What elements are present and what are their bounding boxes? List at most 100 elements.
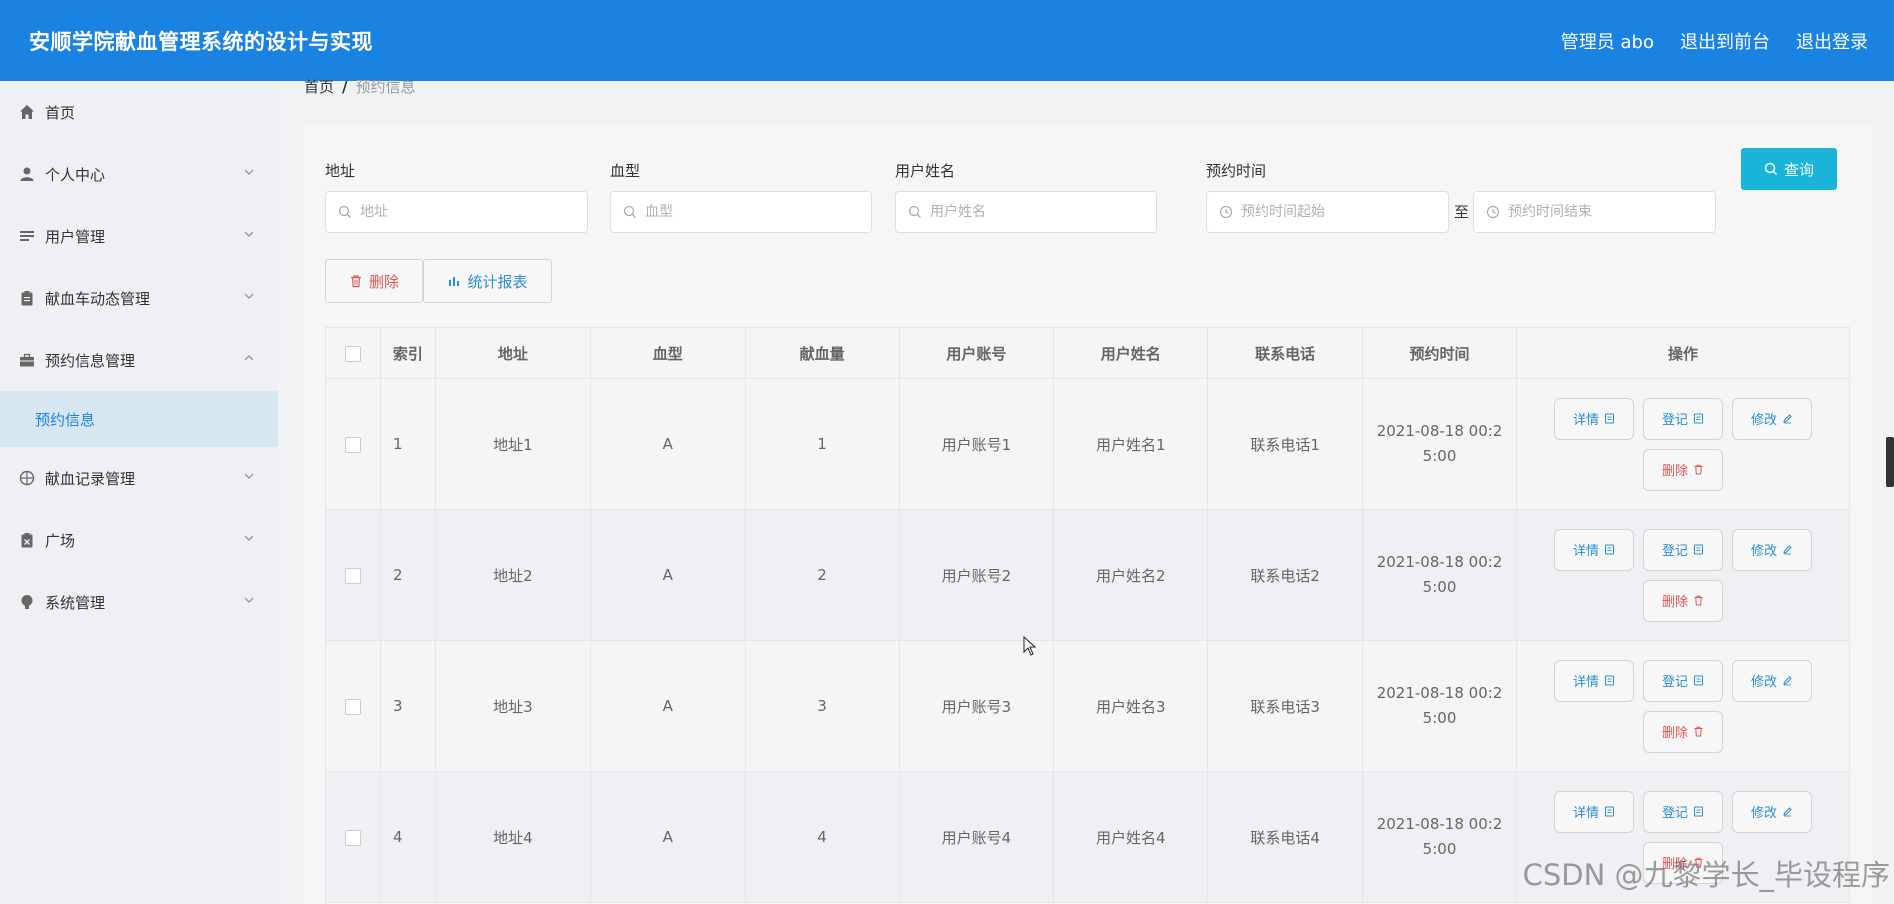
edit-label: 修改	[1750, 544, 1777, 559]
blood-search-field[interactable]	[610, 191, 872, 233]
document-icon	[1693, 806, 1703, 817]
cell-index: 3	[379, 640, 436, 772]
register-button[interactable]: 登记	[1642, 659, 1723, 702]
watermark: CSDN @九黎学长_毕设程序	[1522, 858, 1890, 892]
register-button[interactable]: 登记	[1642, 397, 1723, 440]
time-end-field[interactable]	[1473, 191, 1716, 233]
cell-donation-amount: 1	[744, 378, 900, 510]
select-all-cell	[325, 327, 381, 379]
blood-filter-label: 血型	[610, 162, 641, 180]
register-button[interactable]: 登记	[1642, 790, 1723, 833]
search-button-label: 查询	[1783, 160, 1814, 179]
breadcrumb-separator: /	[342, 78, 348, 96]
sidebar-item-personal[interactable]: 个人中心	[0, 143, 278, 205]
statistics-report-label: 统计报表	[467, 272, 528, 291]
delete-button[interactable]: 删除	[1642, 579, 1723, 622]
sidebar-item-home[interactable]: 首页	[0, 81, 278, 143]
chevron-down-icon	[244, 293, 254, 299]
cell-blood-type: A	[589, 640, 746, 772]
column-header: 血型	[589, 327, 746, 379]
detail-button[interactable]: 详情	[1553, 397, 1634, 440]
search-button[interactable]: 查询	[1741, 148, 1837, 190]
edit-label: 修改	[1750, 806, 1777, 821]
time-filter-label: 预约时间	[1206, 162, 1267, 180]
crosshair-icon	[18, 469, 36, 487]
time-start-field[interactable]	[1206, 191, 1449, 233]
chevron-down-icon	[244, 597, 254, 603]
row-checkbox[interactable]	[344, 698, 361, 715]
batch-delete-label: 删除	[368, 272, 399, 291]
chevron-down-icon	[244, 231, 254, 237]
sidebar-item-users[interactable]: 用户管理	[0, 205, 278, 267]
address-search-field[interactable]	[325, 191, 588, 233]
select-all-checkbox[interactable]	[344, 345, 361, 362]
table-row: 3 地址3 A 3 用户账号3 用户姓名3 联系电话3 2021-08-18 00:2 5:00…	[325, 640, 1851, 772]
register-button[interactable]: 登记	[1642, 528, 1723, 571]
logout-link[interactable]: 退出登录	[1796, 28, 1868, 54]
sidebar-item-square[interactable]: 广场	[0, 509, 278, 571]
name-search-field[interactable]	[895, 191, 1157, 233]
row-select-cell	[325, 378, 381, 510]
appointment-table: 索引 地址 血型 献血量 用户账号 用户姓名 联系电话 预约时间 操作 1 地址1…	[325, 327, 1851, 903]
sidebar-item-label: 献血记录管理	[45, 469, 136, 488]
name-input[interactable]	[928, 203, 1140, 221]
detail-button[interactable]: 详情	[1553, 790, 1634, 833]
briefcase-icon	[18, 351, 36, 369]
delete-button[interactable]: 删除	[1642, 710, 1723, 753]
edit-label: 修改	[1750, 413, 1777, 428]
delete-button[interactable]: 删除	[1642, 448, 1723, 491]
row-checkbox[interactable]	[344, 567, 361, 584]
cell-phone: 联系电话4	[1207, 771, 1364, 903]
trash-icon	[1694, 595, 1703, 606]
detail-label: 详情	[1572, 675, 1599, 690]
trash-icon	[350, 275, 361, 288]
edit-icon	[1783, 676, 1792, 686]
range-separator: 至	[1454, 203, 1470, 221]
batch-delete-button[interactable]: 删除	[325, 259, 423, 303]
column-header: 联系电话	[1207, 327, 1364, 379]
row-checkbox[interactable]	[344, 829, 361, 846]
edit-button[interactable]: 修改	[1731, 659, 1812, 702]
cell-donation-amount: 4	[744, 771, 900, 903]
main-panel: 地址 血型 用户姓名 预约时间 至 查询 删除 统计报表	[304, 126, 1872, 904]
document-icon	[1604, 675, 1614, 686]
cell-address: 地址3	[434, 640, 591, 772]
column-header: 操作	[1515, 327, 1851, 379]
detail-button[interactable]: 详情	[1553, 659, 1634, 702]
document-icon	[1604, 544, 1614, 555]
sidebar-item-appointments[interactable]: 预约信息管理	[0, 329, 278, 391]
exit-to-front-link[interactable]: 退出到前台	[1680, 28, 1770, 54]
row-checkbox[interactable]	[344, 436, 361, 453]
sidebar-item-bloodcar[interactable]: 献血车动态管理	[0, 267, 278, 329]
statistics-report-button[interactable]: 统计报表	[423, 259, 552, 303]
column-header: 用户姓名	[1053, 327, 1209, 379]
cell-index: 4	[379, 771, 436, 903]
detail-label: 详情	[1572, 806, 1599, 821]
top-header: 安顺学院献血管理系统的设计与实现 管理员 abo 退出到前台 退出登录	[0, 0, 1894, 81]
person-icon	[18, 165, 36, 183]
edit-button[interactable]: 修改	[1731, 790, 1812, 833]
cell-user-name: 用户姓名2	[1053, 509, 1209, 641]
table-row: 1 地址1 A 1 用户账号1 用户姓名1 联系电话1 2021-08-18 00:2 5:00…	[325, 378, 1851, 510]
edit-icon	[1783, 545, 1792, 555]
breadcrumb-home[interactable]: 首页	[304, 78, 334, 96]
time-end-input[interactable]	[1506, 203, 1703, 221]
sidebar-item-system[interactable]: 系统管理	[0, 571, 278, 633]
scrollbar-thumb[interactable]	[1886, 437, 1894, 487]
register-label: 登记	[1661, 806, 1688, 821]
time-line-2: 5:00	[1422, 709, 1457, 727]
sidebar-subitem-appointment-info[interactable]: 预约信息	[0, 391, 278, 447]
edit-button[interactable]: 修改	[1731, 397, 1812, 440]
blood-input[interactable]	[643, 203, 855, 221]
address-input[interactable]	[358, 203, 571, 221]
cell-appointment-time: 2021-08-18 00:2 5:00	[1362, 509, 1517, 641]
document-icon	[1693, 413, 1703, 424]
app-title: 安顺学院献血管理系统的设计与实现	[29, 29, 373, 54]
column-header: 预约时间	[1362, 327, 1517, 379]
row-select-cell	[325, 509, 381, 641]
edit-button[interactable]: 修改	[1731, 528, 1812, 571]
detail-button[interactable]: 详情	[1553, 528, 1634, 571]
sidebar-item-records[interactable]: 献血记录管理	[0, 447, 278, 509]
cell-index: 2	[379, 509, 436, 641]
time-start-input[interactable]	[1239, 203, 1436, 221]
